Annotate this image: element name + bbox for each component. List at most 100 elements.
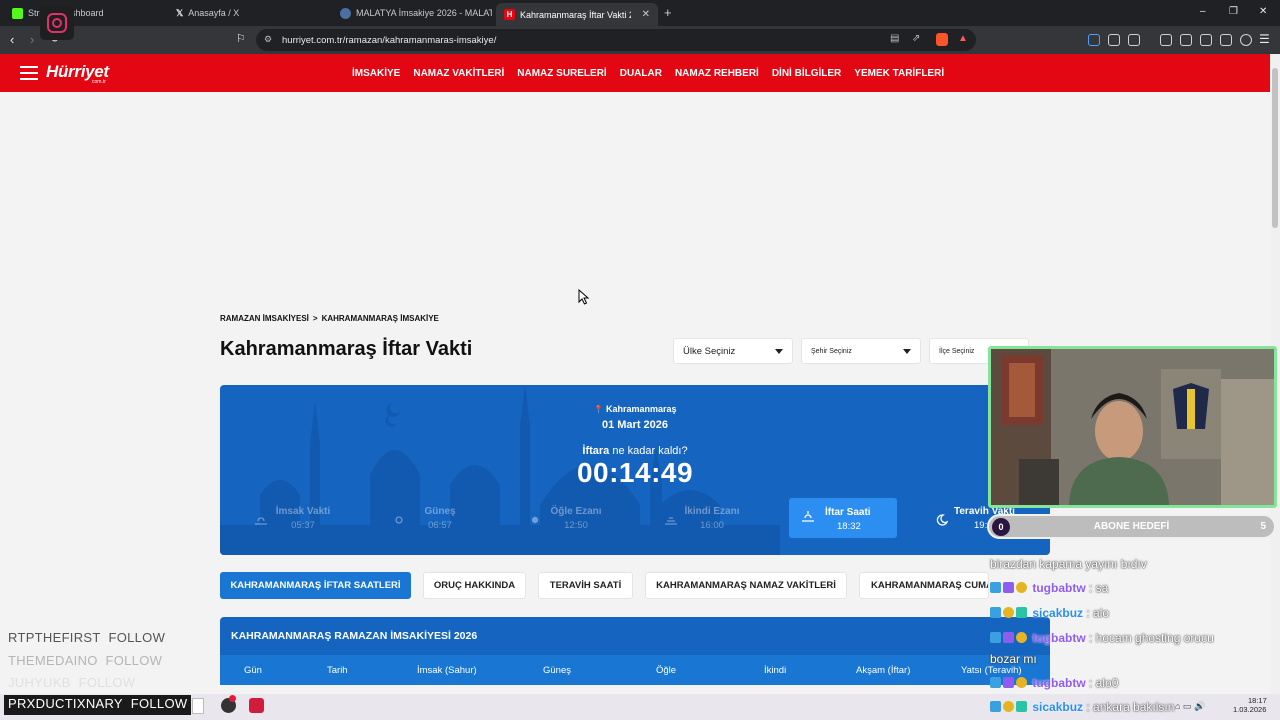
iftar-time: 18:32 bbox=[837, 521, 861, 532]
prayer-ogle: Öğle Ezanı 12:50 bbox=[521, 506, 631, 531]
chat-username[interactable]: tugbabtw bbox=[1032, 581, 1085, 595]
tab-malatya-imsakiye[interactable]: MALATYA İmsakiye 2026 - MALATYA bbox=[332, 3, 492, 23]
nav-namaz-sureleri[interactable]: NAMAZ SURELERİ bbox=[517, 68, 606, 79]
imsakiye-table-header: Gün Tarih İmsak (Sahur) Güneş Öğle İkind… bbox=[220, 655, 1050, 685]
back-icon[interactable]: ‹ bbox=[10, 32, 14, 47]
follow-label: FOLLOW bbox=[78, 675, 136, 690]
leo-icon[interactable] bbox=[1220, 34, 1232, 46]
page-title: Kahramanmaraş İftar Vakti bbox=[220, 338, 473, 360]
follower-name: PRXDUCTIXNARY bbox=[8, 696, 123, 711]
vpn-icon[interactable] bbox=[1240, 34, 1252, 46]
new-tab-button[interactable]: + bbox=[664, 5, 672, 20]
badge-icon bbox=[1003, 632, 1014, 643]
extension-icon[interactable] bbox=[1108, 34, 1120, 46]
nav-namaz-vakitleri[interactable]: NAMAZ VAKİTLERİ bbox=[413, 68, 504, 79]
close-tab-icon[interactable]: ✕ bbox=[642, 9, 650, 20]
badge-icon bbox=[990, 632, 1001, 643]
country-select[interactable]: Ülke Seçiniz bbox=[673, 338, 793, 364]
follower-name: RTPTHEFIRST bbox=[8, 630, 101, 645]
share-icon[interactable]: ⇗ bbox=[912, 33, 920, 44]
brave-rewards-icon[interactable]: ▲ bbox=[958, 33, 968, 44]
chat-username[interactable]: tugbabtw bbox=[1032, 631, 1085, 645]
city-select[interactable]: Şehir Seçiniz bbox=[801, 338, 921, 364]
badge-icon bbox=[990, 607, 1001, 618]
scrollbar-thumb[interactable] bbox=[1272, 68, 1278, 228]
tab-cuma[interactable]: KAHRAMANMARAŞ CUMA bbox=[859, 572, 989, 599]
audio-icon[interactable] bbox=[1088, 34, 1100, 46]
chevron-down-icon bbox=[775, 349, 783, 354]
chat-message: tugbabtw : hocam ghosting orucu bbox=[990, 631, 1214, 645]
remain-rest: ne kadar kaldı? bbox=[609, 445, 688, 457]
chevron-down-icon bbox=[903, 349, 911, 354]
col-gunes: Güneş bbox=[543, 665, 571, 676]
nav-imsakiye[interactable]: İMSAKİYE bbox=[352, 68, 400, 79]
hamburger-menu-icon[interactable] bbox=[20, 66, 38, 80]
tab-stream-dashboard[interactable]: Stream Dashboard bbox=[4, 3, 164, 23]
bookmark-icon[interactable]: ⚐ bbox=[236, 32, 246, 45]
screenshot-icon[interactable] bbox=[1128, 34, 1140, 46]
col-imsak: İmsak (Sahur) bbox=[417, 665, 477, 676]
tab-namaz-vakitleri[interactable]: KAHRAMANMARAŞ NAMAZ VAKİTLERİ bbox=[645, 572, 847, 599]
chat-text: : alo0 bbox=[1089, 676, 1119, 690]
col-aksam: Akşam (İftar) bbox=[856, 665, 911, 676]
menu-icon[interactable]: ☰ bbox=[1259, 32, 1270, 46]
music-icon[interactable] bbox=[1160, 34, 1172, 46]
chat-text: : alo bbox=[1086, 606, 1110, 620]
chat-text: : sa bbox=[1089, 581, 1109, 595]
col-ogle: Öğle bbox=[656, 665, 677, 676]
nav-namaz-rehberi[interactable]: NAMAZ REHBERİ bbox=[675, 68, 759, 79]
chat-text: birazdan kapama yayını bıdıv bbox=[990, 557, 1147, 571]
tab-iftar-saatleri[interactable]: KAHRAMANMARAŞ İFTAR SAATLERİ bbox=[220, 572, 411, 599]
subscriber-goal-bar: 0 ABONE HEDEFİ 5 bbox=[987, 514, 1276, 539]
iftar-remaining-label: İftara ne kadar kaldı? bbox=[220, 445, 1050, 457]
chat-username[interactable]: sicakbuz bbox=[1032, 700, 1083, 714]
remain-bold: İftara bbox=[582, 445, 610, 457]
tab-oruc-hakkinda[interactable]: ORUÇ HAKKINDA bbox=[423, 572, 526, 599]
follow-label: FOLLOW bbox=[130, 696, 188, 711]
tab-kahramanmaras-iftar[interactable]: H Kahramanmaraş İftar Vakti 2026 ✕ bbox=[496, 3, 658, 26]
sun-icon bbox=[395, 516, 403, 524]
chat-username[interactable]: sicakbuz bbox=[1032, 606, 1083, 620]
forward-icon[interactable]: › bbox=[30, 32, 34, 47]
url-bar[interactable]: ⚙ hurriyet.com.tr/ramazan/kahramanmaras-… bbox=[256, 29, 976, 51]
nav-dini-bilgiler[interactable]: DİNİ BİLGİLER bbox=[772, 68, 841, 79]
wallet-icon[interactable] bbox=[1200, 34, 1212, 46]
chat-text: : ankara bakılsın bbox=[1086, 700, 1175, 714]
site-info-icon[interactable]: ⚙ bbox=[264, 34, 272, 45]
brave-shield-icon[interactable] bbox=[936, 33, 948, 46]
tray-icons[interactable]: ⌂ ▭ 🔊 bbox=[1175, 701, 1205, 712]
follow-alert-main: PRXDUCTIXNARY FOLLOW bbox=[4, 695, 192, 715]
tab-x-home[interactable]: 𝕏 Anasayfa / X bbox=[168, 3, 328, 23]
chat-username[interactable]: tugbabtw bbox=[1032, 676, 1085, 690]
chat-text: : hocam ghosting orucu bbox=[1089, 631, 1214, 645]
goal-target: 5 bbox=[1260, 521, 1266, 532]
hurriyet-icon: H bbox=[504, 9, 515, 20]
chat-message: sicakbuz : alo bbox=[990, 606, 1109, 620]
breadcrumb-ramazan-imsakiyesi[interactable]: RAMAZAN İMSAKİYESİ bbox=[220, 314, 309, 323]
file-icon[interactable] bbox=[192, 698, 204, 714]
mouse-cursor-icon bbox=[578, 289, 590, 305]
iftar-countdown-card: 📍 Kahramanmaraş 01 Mart 2026 İftara ne k… bbox=[220, 385, 1050, 555]
breadcrumb-current[interactable]: KAHRAMANMARAŞ İMSAKİYE bbox=[322, 314, 439, 323]
main-nav: İMSAKİYE NAMAZ VAKİTLERİ NAMAZ SURELERİ … bbox=[352, 68, 944, 79]
tab-teravih-saati[interactable]: TERAVİH SAATİ bbox=[538, 572, 633, 599]
nav-dualar[interactable]: DUALAR bbox=[620, 68, 662, 79]
nav-yemek-tarifleri[interactable]: YEMEK TARİFLERİ bbox=[854, 68, 944, 79]
badge-icon bbox=[990, 701, 1001, 712]
app-icon[interactable] bbox=[249, 698, 264, 713]
restore-button[interactable]: ❐ bbox=[1229, 6, 1238, 17]
sidebar-icon[interactable] bbox=[1180, 34, 1192, 46]
col-yatsi: Yatsı (Teravih) bbox=[961, 665, 1022, 676]
hero-date: 01 Mart 2026 bbox=[601, 419, 669, 431]
reader-icon[interactable]: ▤ bbox=[890, 33, 899, 44]
url-text: hurriyet.com.tr/ramazan/kahramanmaras-im… bbox=[282, 34, 497, 46]
follow-alert-3: JUHYUKB FOLLOW bbox=[8, 675, 135, 690]
x-icon: 𝕏 bbox=[176, 7, 184, 18]
chat-message: bozar mı bbox=[990, 652, 1037, 666]
iftar-name: İftar Saati bbox=[825, 507, 871, 518]
minimize-button[interactable]: – bbox=[1200, 6, 1206, 17]
prayer-ikindi: İkindi Ezanı 16:00 bbox=[657, 506, 767, 531]
close-window-button[interactable]: ✕ bbox=[1259, 6, 1267, 17]
tab-label: Anasayfa / X bbox=[188, 8, 240, 18]
location-pin-icon: 📍 bbox=[593, 405, 604, 414]
